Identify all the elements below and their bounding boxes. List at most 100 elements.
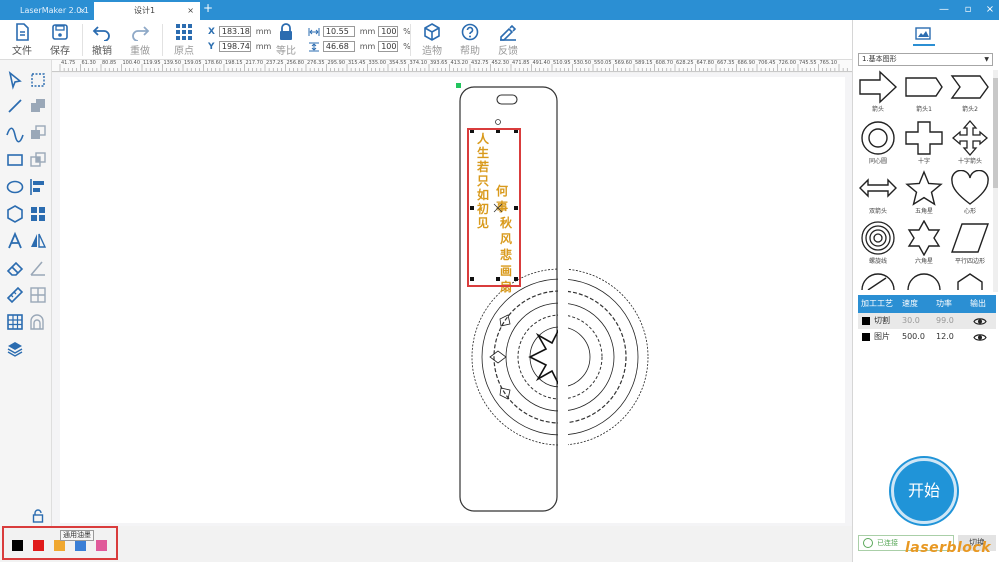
shape-label: 平行四边形 (954, 258, 985, 265)
layer-row-image[interactable]: 图片 500.0 12.0 (858, 329, 996, 345)
scrollbar-thumb[interactable] (993, 78, 998, 188)
union-tool[interactable] (28, 96, 48, 116)
ruler-tool[interactable] (5, 285, 25, 305)
shape-parallelogram[interactable]: 平行四边形 (947, 220, 993, 266)
palette-color-orange[interactable] (54, 540, 65, 551)
shape-five-point-star[interactable]: 五角星 (901, 170, 947, 216)
make-object-button[interactable]: 造物 (414, 23, 450, 57)
width-input[interactable]: 10.55 (322, 26, 355, 37)
close-document-tab-icon[interactable]: × (187, 2, 194, 20)
partial-circle-icon (907, 273, 941, 290)
curve-tool[interactable] (5, 123, 25, 143)
toolbar-divider (410, 24, 411, 56)
layer-speed[interactable]: 500.0 (902, 329, 925, 345)
horizontal-ruler: 41.75 61.30 80.85 100.40 119.95 139.50 159.05 1… (52, 60, 852, 72)
close-tab-icon[interactable]: × (79, 2, 86, 20)
shape-category-select[interactable]: 1.基本图形 ▼ (858, 53, 993, 66)
shape-partial-row-3[interactable] (947, 270, 993, 290)
undo-button[interactable]: 撤销 (84, 23, 120, 57)
shape-partial-row[interactable] (855, 270, 901, 290)
start-button[interactable]: 开始 (891, 458, 957, 524)
layer-power[interactable]: 99.0 (936, 313, 954, 329)
ellipse-icon (6, 180, 24, 194)
document-tab-label: 设计1 (134, 6, 156, 15)
shape-concentric-circles[interactable]: 同心圆 (855, 120, 901, 166)
file-icon (16, 23, 29, 41)
calligraphy-text[interactable]: 人生若 只如初见 何事秋 风悲画扇 (476, 131, 513, 294)
origin-grid-icon (176, 24, 192, 40)
minimize-button[interactable]: — (933, 2, 955, 18)
work-area[interactable]: 人生若 只如初见 何事秋 风悲画扇 (60, 77, 845, 523)
origin-button[interactable]: 原点 (166, 23, 202, 57)
image-library-icon[interactable] (915, 27, 931, 41)
proportional-lock-button[interactable]: 等比 (268, 23, 304, 57)
svg-text:人: 人 (477, 131, 490, 146)
palette-color-blue[interactable] (75, 540, 86, 551)
layers-tool[interactable] (5, 339, 25, 359)
shape-arrow[interactable]: 箭头 (855, 70, 901, 116)
rectangle-tool[interactable] (5, 150, 25, 170)
eraser-tool[interactable] (5, 258, 25, 278)
marquee-select-tool[interactable] (28, 70, 48, 90)
layer-color-swatch[interactable] (862, 317, 870, 325)
line-tool[interactable] (5, 96, 25, 116)
palette-color-red[interactable] (33, 540, 44, 551)
align-tool[interactable] (28, 177, 48, 197)
ruler-tick-label: 628.25 (676, 60, 694, 66)
help-button[interactable]: 帮助 (452, 23, 488, 57)
split-tool[interactable] (28, 285, 48, 305)
layer-power[interactable]: 12.0 (936, 329, 954, 345)
width-percent-input[interactable]: 100 (378, 26, 399, 37)
spiral-icon (861, 221, 895, 255)
unlock-icon[interactable] (32, 509, 44, 523)
rotate-handle-icon[interactable] (495, 119, 501, 125)
polygon-tool[interactable] (5, 204, 25, 224)
text-tool[interactable] (5, 231, 25, 251)
save-button[interactable]: 保存 (42, 23, 78, 57)
shape-cross[interactable]: 十字 (901, 120, 947, 166)
feedback-button[interactable]: 反馈 (490, 23, 526, 57)
shape-cross-arrow[interactable]: 十字箭头 (947, 120, 993, 166)
y-position-input[interactable]: 198.74 (218, 41, 251, 52)
shape-heart[interactable]: 心形 (947, 170, 993, 216)
ruler-tick-label: 119.95 (143, 60, 161, 66)
mirror-tool[interactable] (28, 231, 48, 251)
layer-color-swatch[interactable] (862, 333, 870, 341)
height-input[interactable]: 46.68 (322, 41, 355, 52)
shape-arrow-2[interactable]: 箭头2 (947, 70, 993, 116)
eye-icon[interactable] (973, 317, 987, 326)
palette-color-pink[interactable] (96, 540, 107, 551)
shape-six-point-star[interactable]: 六角星 (901, 220, 947, 266)
shape-double-arrow[interactable]: 双箭头 (855, 170, 901, 216)
app-tab[interactable]: LaserMaker 2.0.1 × (4, 2, 92, 20)
shape-library-scrollbar[interactable] (993, 70, 998, 292)
layer-speed[interactable]: 30.0 (902, 313, 920, 329)
design-canvas[interactable]: 人生若 只如初见 何事秋 风悲画扇 (52, 73, 852, 526)
shape-spiral[interactable]: 螺旋线 (855, 220, 901, 266)
array-tool[interactable] (28, 204, 48, 224)
table-tool[interactable] (5, 312, 25, 332)
eye-icon[interactable] (973, 333, 987, 342)
redo-button[interactable]: 重做 (122, 23, 158, 57)
measure-angle-tool[interactable] (28, 258, 48, 278)
x-position-input[interactable]: 183.18 (218, 26, 251, 37)
shape-arrow-1[interactable]: 箭头1 (901, 70, 947, 116)
document-tab[interactable]: 设计1 × (94, 2, 200, 20)
subtract-tool[interactable] (28, 123, 48, 143)
select-tool[interactable] (5, 70, 25, 90)
close-window-button[interactable]: × (979, 2, 999, 18)
maximize-button[interactable]: ▫ (957, 2, 979, 18)
palette-color-black[interactable] (12, 540, 23, 551)
ruler-tick-label: 80.85 (102, 60, 117, 66)
bookmark-outline[interactable] (459, 86, 558, 512)
concentric-circles-icon (861, 121, 895, 155)
shape-partial-row-2[interactable] (901, 270, 947, 290)
file-button[interactable]: 文件 (4, 23, 40, 57)
intersect-tool[interactable] (28, 150, 48, 170)
height-percent-input[interactable]: 100 (378, 41, 399, 52)
offset-tool[interactable] (28, 312, 48, 332)
split-grid-icon (30, 287, 46, 303)
ellipse-tool[interactable] (5, 177, 25, 197)
new-tab-button[interactable]: + (203, 1, 213, 15)
layer-row-cut[interactable]: 切割 30.0 99.0 (858, 313, 996, 329)
